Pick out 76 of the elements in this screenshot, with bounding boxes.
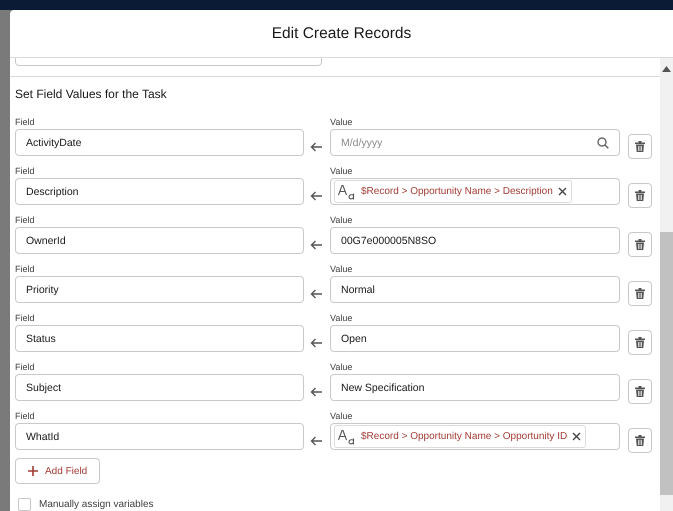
left-arrow-icon [310, 436, 322, 446]
field-input[interactable]: Description [15, 178, 304, 205]
trash-icon [635, 435, 645, 446]
value-text: New Specification [341, 382, 424, 394]
field-label: Field [15, 263, 36, 276]
modal-title: Edit Create Records [10, 10, 673, 58]
resource-pill[interactable]: $Record > Opportunity Name > Description [334, 180, 572, 203]
value-input[interactable]: Normal [330, 276, 620, 303]
delete-button[interactable] [628, 183, 652, 208]
value-label: Value [330, 410, 354, 423]
scroll-up-icon[interactable] [662, 66, 671, 72]
value-input[interactable]: Open [330, 325, 620, 352]
value-input[interactable]: $Record > Opportunity Name > Opportunity ID [330, 423, 620, 450]
trash-icon [635, 386, 645, 397]
left-arrow-icon [310, 288, 322, 298]
field-text: Status [26, 332, 56, 344]
field-text: ActivityDate [26, 136, 82, 148]
trash-icon [635, 337, 645, 348]
delete-button[interactable] [628, 281, 652, 306]
checkbox-label: Manually assign variables [39, 499, 154, 510]
field-text: Description [26, 186, 79, 198]
field-label: Field [15, 312, 36, 325]
value-label: Value [330, 165, 354, 178]
value-label: Value [330, 361, 354, 374]
value-text: Normal [341, 284, 375, 296]
field-text: Priority [26, 284, 59, 296]
text-type-icon [338, 428, 356, 444]
remove-icon[interactable] [558, 187, 567, 196]
field-label: Field [15, 165, 36, 178]
left-arrow-icon [310, 386, 322, 396]
delete-button[interactable] [628, 379, 652, 404]
field-input[interactable]: OwnerId [15, 227, 304, 254]
left-arrow-icon [310, 338, 322, 348]
trash-icon [635, 190, 645, 201]
value-text: 00G7e000005N8SO [341, 234, 436, 246]
field-text: OwnerId [26, 234, 66, 246]
value-label: Value [330, 312, 354, 325]
placeholder-text: M/d/yyyy [341, 136, 384, 148]
trash-icon [635, 141, 645, 152]
field-input[interactable]: Priority [15, 276, 304, 303]
text-type-icon [338, 184, 356, 200]
delete-button[interactable] [628, 232, 652, 257]
trash-icon [635, 239, 645, 250]
section-title: Set Field Values for the Task [15, 87, 168, 101]
field-input[interactable]: Status [15, 325, 304, 352]
plus-icon [28, 466, 38, 476]
trash-icon [635, 288, 645, 299]
field-input[interactable]: Subject [15, 374, 304, 401]
field-input[interactable]: ActivityDate [15, 129, 304, 156]
delete-button[interactable] [628, 428, 652, 453]
resource-pill[interactable]: $Record > Opportunity Name > Opportunity ID [334, 425, 586, 448]
left-arrow-icon [310, 240, 322, 250]
delete-button[interactable] [628, 134, 652, 159]
add-field-button[interactable]: Add Field [15, 458, 100, 484]
input-field[interactable] [15, 58, 322, 66]
left-arrow-icon [310, 142, 322, 152]
value-input[interactable]: 00G7e000005N8SO [330, 227, 620, 254]
field-label: Field [15, 361, 36, 374]
checkbox[interactable] [18, 498, 31, 511]
search-icon [597, 136, 609, 148]
value-text: Open [341, 332, 367, 344]
delete-button[interactable] [628, 330, 652, 355]
field-label: Field [15, 116, 36, 129]
field-label: Field [15, 410, 36, 423]
field-label: Field [15, 214, 36, 227]
value-label: Value [330, 263, 354, 276]
remove-icon[interactable] [572, 432, 582, 441]
scrollbar[interactable] [660, 58, 673, 511]
field-text: WhatId [26, 430, 60, 442]
field-text: Subject [26, 382, 62, 394]
value-input[interactable]: New Specification [330, 374, 620, 401]
value-input[interactable]: $Record > Opportunity Name > Description [330, 178, 620, 205]
value-label: Value [330, 116, 354, 129]
field-input[interactable]: WhatId [15, 423, 304, 450]
value-label: Value [330, 214, 354, 227]
left-arrow-icon [310, 190, 322, 200]
